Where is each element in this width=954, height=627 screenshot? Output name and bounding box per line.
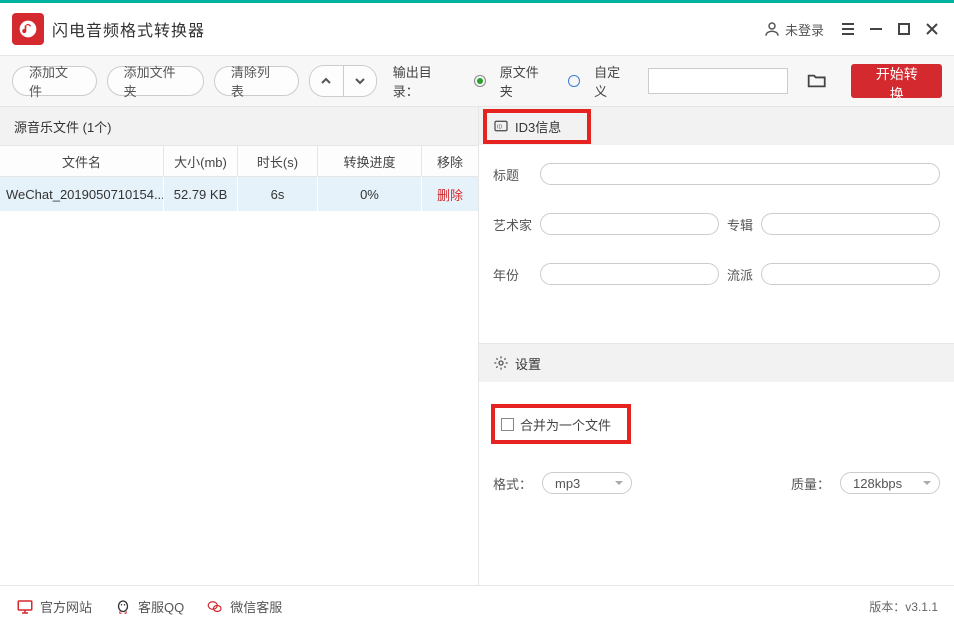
menu-button[interactable]	[834, 15, 862, 43]
browse-folder-icon[interactable]	[806, 70, 827, 92]
id3-year-label: 年份	[493, 265, 532, 284]
id3-title-input[interactable]	[540, 163, 940, 185]
file-list-header: 源音乐文件 (1个)	[0, 107, 478, 145]
file-list-pane: 源音乐文件 (1个) 文件名 大小(mb) 时长(s) 转换进度 移除 WeCh…	[0, 107, 479, 585]
col-name: 文件名	[0, 146, 164, 176]
radio-original-folder[interactable]	[474, 75, 486, 87]
move-down-button[interactable]	[343, 66, 376, 96]
qq-support-link[interactable]: 客服QQ	[114, 597, 184, 616]
add-folder-button[interactable]: 添加文件夹	[107, 66, 204, 96]
wechat-icon	[206, 598, 224, 616]
id3-genre-label: 流派	[727, 265, 753, 284]
official-site-label: 官方网站	[40, 597, 92, 616]
id3-artist-label: 艺术家	[493, 215, 532, 234]
right-pane: ID ID3信息 标题 艺术家 专辑 年份 流派 设置	[479, 107, 954, 585]
id3-album-label: 专辑	[727, 215, 753, 234]
login-link[interactable]: 未登录	[763, 20, 824, 39]
id3-artist-input[interactable]	[540, 213, 719, 235]
cell-name: WeChat_2019050710154...	[0, 177, 164, 211]
id3-title-label: 标题	[493, 165, 532, 184]
version-label: 版本：v3.1.1	[869, 598, 938, 615]
clear-list-button[interactable]: 清除列表	[214, 66, 299, 96]
table-row[interactable]: WeChat_2019050710154... 52.79 KB 6s 0% 删…	[0, 177, 478, 211]
id-icon: ID	[493, 118, 509, 134]
col-progress: 转换进度	[318, 146, 422, 176]
minimize-button[interactable]	[862, 15, 890, 43]
id3-section-header: ID ID3信息	[479, 107, 954, 145]
table-header: 文件名 大小(mb) 时长(s) 转换进度 移除	[0, 145, 478, 177]
col-size: 大小(mb)	[164, 146, 238, 176]
title-bar: 闪电音频格式转换器 未登录	[0, 3, 954, 55]
reorder-buttons	[309, 65, 377, 97]
output-path-input[interactable]	[648, 68, 788, 94]
settings-section-header: 设置	[479, 344, 954, 382]
maximize-button[interactable]	[890, 15, 918, 43]
login-label: 未登录	[785, 20, 824, 39]
cell-duration: 6s	[238, 177, 318, 211]
cell-progress: 0%	[318, 177, 422, 211]
col-remove: 移除	[422, 146, 478, 176]
add-file-button[interactable]: 添加文件	[12, 66, 97, 96]
format-select[interactable]: mp3	[542, 472, 632, 494]
cell-size: 52.79 KB	[164, 177, 238, 211]
settings-title: 设置	[515, 354, 541, 373]
quality-label: 质量：	[791, 474, 830, 493]
app-title: 闪电音频格式转换器	[52, 17, 205, 41]
output-dir-label: 输出目录：	[393, 62, 456, 100]
gear-icon	[493, 355, 509, 371]
move-up-button[interactable]	[310, 66, 343, 96]
merge-checkbox[interactable]	[501, 418, 514, 431]
qq-support-label: 客服QQ	[138, 597, 184, 616]
col-duration: 时长(s)	[238, 146, 318, 176]
wechat-support-link[interactable]: 微信客服	[206, 597, 282, 616]
app-logo	[12, 13, 44, 45]
radio-original-label: 原文件夹	[500, 62, 551, 100]
format-label: 格式：	[493, 474, 532, 493]
official-site-link[interactable]: 官方网站	[16, 597, 92, 616]
wechat-support-label: 微信客服	[230, 597, 282, 616]
toolbar: 添加文件 添加文件夹 清除列表 输出目录： 原文件夹 自定义 开始转换	[0, 55, 954, 107]
quality-select[interactable]: 128kbps	[840, 472, 940, 494]
radio-custom-folder[interactable]	[568, 75, 580, 87]
row-delete-link[interactable]: 删除	[422, 177, 478, 211]
svg-text:ID: ID	[497, 125, 502, 131]
monitor-icon	[16, 598, 34, 616]
footer: 官方网站 客服QQ 微信客服 版本：v3.1.1	[0, 585, 954, 627]
user-icon	[763, 20, 781, 38]
radio-custom-label: 自定义	[594, 62, 632, 100]
id3-form: 标题 艺术家 专辑 年份 流派	[479, 145, 954, 293]
id3-album-input[interactable]	[761, 213, 940, 235]
id3-title: ID3信息	[515, 117, 561, 136]
merge-label: 合并为一个文件	[520, 415, 611, 434]
close-button[interactable]	[918, 15, 946, 43]
start-convert-button[interactable]: 开始转换	[851, 64, 942, 98]
id3-year-input[interactable]	[540, 263, 719, 285]
qq-icon	[114, 598, 132, 616]
id3-genre-input[interactable]	[761, 263, 940, 285]
